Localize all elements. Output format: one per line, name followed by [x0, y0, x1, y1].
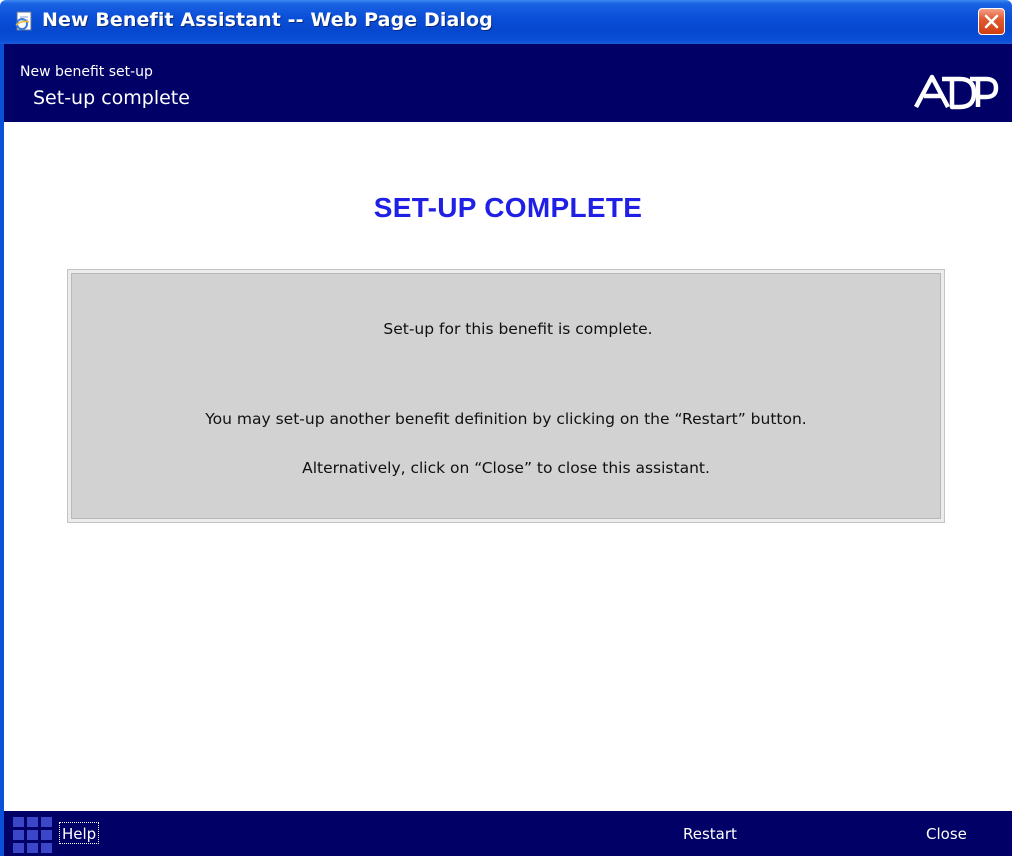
- header-band: [4, 44, 1012, 122]
- title-bar[interactable]: New Benefit Assistant -- Web Page Dialog: [0, 0, 1012, 44]
- restart-instruction: You may set-up another benefit definitio…: [205, 410, 807, 428]
- close-instruction: Alternatively, click on “Close” to close…: [302, 459, 710, 477]
- window-title: New Benefit Assistant -- Web Page Dialog: [42, 9, 493, 31]
- adp-logo: [914, 74, 999, 110]
- footer-bar: [4, 811, 1012, 856]
- ie-page-icon: [15, 11, 32, 31]
- window-close-button[interactable]: [978, 8, 1005, 35]
- help-button[interactable]: Help: [59, 822, 100, 844]
- window-frame: [0, 44, 4, 856]
- step-group-label: New benefit set-up: [20, 64, 153, 80]
- page-heading: SET-UP COMPLETE: [373, 192, 643, 223]
- message-panel: Set-up for this benefit is complete. You…: [68, 270, 944, 522]
- restart-button[interactable]: Restart: [683, 825, 737, 843]
- close-button[interactable]: Close: [926, 825, 967, 843]
- dialog-window: New Benefit Assistant -- Web Page Dialog…: [0, 0, 1012, 856]
- completion-message: Set-up for this benefit is complete.: [383, 320, 653, 338]
- grid-icon: [13, 817, 52, 853]
- step-title: Set-up complete: [33, 87, 190, 109]
- close-icon: [984, 14, 999, 29]
